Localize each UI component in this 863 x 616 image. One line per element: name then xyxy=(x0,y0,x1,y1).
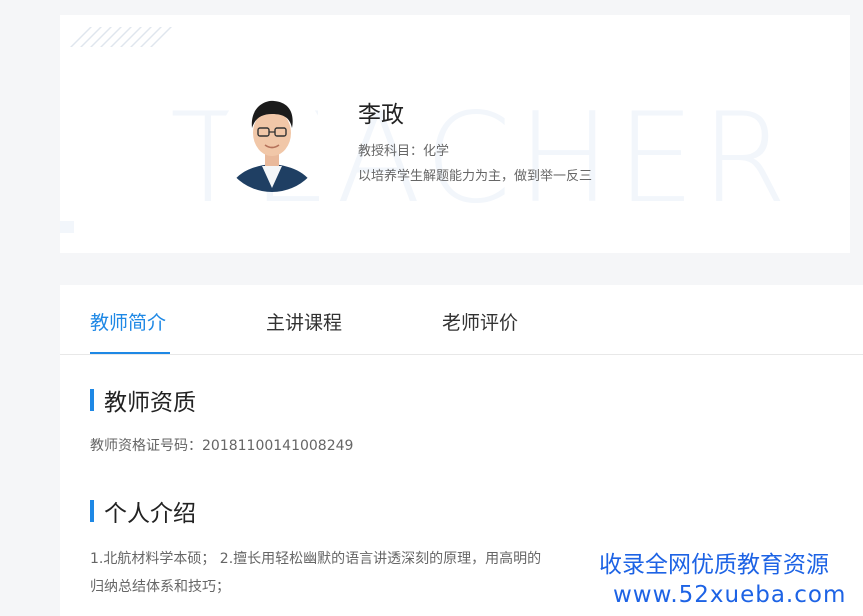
teacher-profile-card: TEACHER 李政 教授科目：化学 以培养学生解题能力为主，做到举一反三 xyxy=(60,15,850,253)
intro-heading: 个人介绍 xyxy=(90,494,196,528)
teacher-avatar xyxy=(220,88,324,192)
intro-text-line-1: 1.北航材料学本硕； 2.擅长用轻松幽默的语言讲透深刻的原理，用高明的 xyxy=(90,551,542,567)
qualification-title: 教师资质 xyxy=(104,390,196,416)
site-watermark: 收录全网优质教育资源 www.52xueba.com xyxy=(589,537,863,616)
site-watermark-slogan: 收录全网优质教育资源 xyxy=(599,552,829,578)
intro-text-line-2: 归纳总结体系和技巧； xyxy=(90,579,230,595)
tab-teacher-intro[interactable]: 教师简介 xyxy=(90,308,166,335)
intro-title: 个人介绍 xyxy=(104,501,196,527)
watermark-edge xyxy=(60,221,74,233)
decorative-hatch xyxy=(70,27,210,47)
teacher-slogan: 以培养学生解题能力为主，做到举一反三 xyxy=(358,169,593,184)
tab-courses[interactable]: 主讲课程 xyxy=(266,308,342,335)
active-tab-indicator xyxy=(90,352,170,354)
site-watermark-url: www.52xueba.com xyxy=(613,582,847,608)
tab-bar: 教师简介 主讲课程 老师评价 xyxy=(60,285,863,355)
certificate-number: 教师资格证号码：20181100141008249 xyxy=(90,438,354,454)
qualification-heading: 教师资质 xyxy=(90,383,196,417)
heading-accent-bar xyxy=(90,500,94,522)
tab-reviews[interactable]: 老师评价 xyxy=(442,308,518,335)
teacher-subject: 教授科目：化学 xyxy=(358,144,450,159)
heading-accent-bar xyxy=(90,389,94,411)
teacher-portrait-icon xyxy=(220,88,324,192)
teacher-name: 李政 xyxy=(358,102,404,128)
